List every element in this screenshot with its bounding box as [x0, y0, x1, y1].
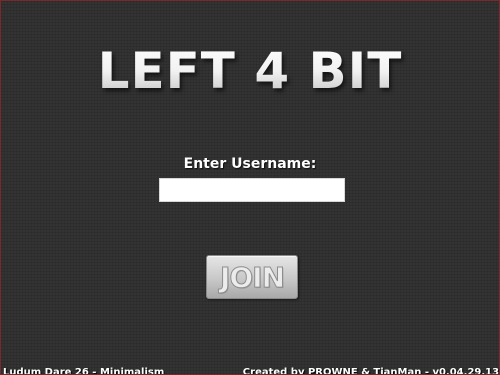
footer-credits-text: Created by PROWNE & TianMan - v0.04.29.1… — [242, 367, 500, 375]
game-screen: LEFT 4 BIT Enter Username: JOIN Ludum Da… — [0, 0, 500, 375]
join-button-label: JOIN — [219, 260, 285, 294]
username-input[interactable] — [159, 178, 345, 202]
username-label: Enter Username: — [183, 156, 317, 172]
game-title: LEFT 4 BIT — [1, 39, 499, 103]
join-button[interactable]: JOIN — [206, 255, 298, 299]
footer-event-text: Ludum Dare 26 - Minimalism — [3, 367, 165, 375]
